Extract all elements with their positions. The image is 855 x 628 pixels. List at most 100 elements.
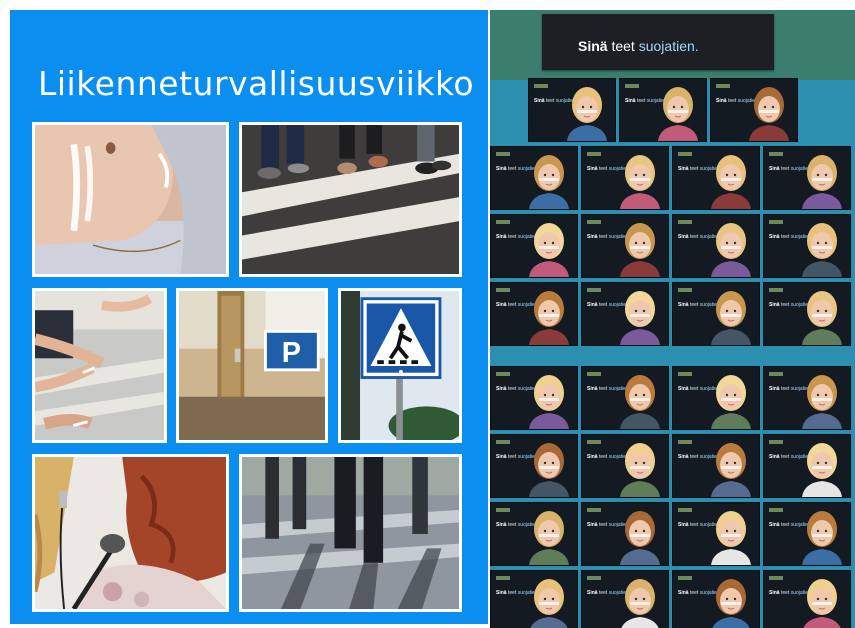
poster-slogan-normal: teet bbox=[779, 166, 791, 172]
poster-slogan-bold: Sinä bbox=[678, 234, 689, 240]
poster-slogan-normal: teet bbox=[688, 454, 700, 460]
student-poster: Sinä teet suojatien. bbox=[672, 146, 760, 210]
crosswalk-feet-photo bbox=[239, 122, 462, 277]
poster-logo bbox=[678, 440, 692, 444]
poster-slogan-normal: teet bbox=[506, 386, 518, 392]
poster-logo bbox=[587, 288, 601, 292]
poster-slogan-normal: teet bbox=[635, 98, 647, 104]
poster-slogan-bold: Sinä bbox=[769, 234, 780, 240]
student-poster: Sinä teet suojatien. bbox=[672, 502, 760, 566]
poster-slogan-bold: Sinä bbox=[587, 454, 598, 460]
poster-logo bbox=[496, 152, 510, 156]
poster-logo bbox=[496, 440, 510, 444]
student-poster: Sinä teet suojatien. bbox=[619, 78, 707, 142]
microphone-photo bbox=[32, 454, 229, 612]
poster-slogan-bold: Sinä bbox=[678, 386, 689, 392]
child-portrait bbox=[620, 155, 660, 209]
face-paint-photo bbox=[32, 122, 229, 277]
child-portrait bbox=[802, 155, 842, 209]
student-poster: Sinä teet suojatien. bbox=[490, 214, 578, 278]
banner-slogan-light: suojatien. bbox=[638, 38, 699, 54]
poster-slogan-normal: teet bbox=[779, 234, 791, 240]
child-portrait bbox=[711, 443, 751, 497]
street-shadows-photo bbox=[239, 454, 462, 612]
poster-slogan-bold: Sinä bbox=[496, 166, 507, 172]
child-portrait bbox=[529, 511, 569, 565]
child-portrait bbox=[749, 87, 789, 141]
child-portrait bbox=[712, 579, 750, 628]
poster-slogan-bold: Sinä bbox=[587, 386, 598, 392]
poster-logo bbox=[769, 372, 783, 376]
poster-logo bbox=[587, 576, 601, 580]
poster-logo bbox=[769, 576, 783, 580]
child-portrait bbox=[567, 87, 607, 141]
child-portrait bbox=[711, 291, 751, 345]
poster-slogan-bold: Sinä bbox=[587, 522, 598, 528]
child-portrait bbox=[711, 223, 751, 277]
poster-slogan-normal: teet bbox=[688, 166, 700, 172]
poster-slogan-bold: Sinä bbox=[716, 98, 727, 104]
poster-slogan-normal: teet bbox=[506, 302, 518, 308]
poster-slogan-bold: Sinä bbox=[496, 234, 507, 240]
poster-slogan-normal: teet bbox=[597, 386, 609, 392]
poster-logo bbox=[496, 576, 510, 580]
poster-slogan-bold: Sinä bbox=[587, 590, 598, 596]
student-poster: Sinä teet suojatien. bbox=[490, 570, 578, 628]
child-portrait bbox=[620, 511, 660, 565]
student-poster: Sinä teet suojatien. bbox=[490, 502, 578, 566]
poster-logo bbox=[678, 220, 692, 224]
student-poster: Sinä teet suojatien. bbox=[672, 434, 760, 498]
child-portrait bbox=[529, 443, 569, 497]
poster-slogan-normal: teet bbox=[779, 590, 791, 596]
student-poster: Sinä teet suojatien. bbox=[763, 146, 851, 210]
student-poster: Sinä teet suojatien. bbox=[763, 366, 851, 430]
poster-slogan-bold: Sinä bbox=[534, 98, 545, 104]
student-poster: Sinä teet suojatien. bbox=[710, 78, 798, 142]
student-poster: Sinä teet suojatien. bbox=[763, 214, 851, 278]
poster-slogan-bold: Sinä bbox=[678, 166, 689, 172]
poster-slogan-bold: Sinä bbox=[496, 522, 507, 528]
poster-slogan-normal: teet bbox=[779, 302, 791, 308]
student-poster: Sinä teet suojatien. bbox=[581, 146, 669, 210]
student-poster: Sinä teet suojatien. bbox=[581, 366, 669, 430]
poster-logo bbox=[496, 372, 510, 376]
child-portrait bbox=[621, 579, 659, 628]
poster-slogan-normal: teet bbox=[726, 98, 738, 104]
poster-logo bbox=[587, 152, 601, 156]
poster-logo bbox=[534, 84, 548, 88]
poster-wall: Sinä teet suojatien. Sinä teet suojatien… bbox=[490, 10, 855, 628]
poster-slogan-bold: Sinä bbox=[496, 590, 507, 596]
slogan-banner: Sinä teet suojatien. bbox=[542, 14, 774, 70]
poster-logo bbox=[625, 84, 639, 88]
poster-slogan-normal: teet bbox=[597, 234, 609, 240]
poster-slogan-normal: teet bbox=[506, 166, 518, 172]
student-poster: Sinä teet suojatien. bbox=[763, 570, 851, 628]
poster-slogan-normal: teet bbox=[506, 590, 518, 596]
poster-logo bbox=[678, 372, 692, 376]
child-portrait bbox=[529, 375, 569, 429]
student-poster: Sinä teet suojatien. bbox=[763, 502, 851, 566]
poster-slogan-bold: Sinä bbox=[769, 302, 780, 308]
child-portrait bbox=[620, 375, 660, 429]
poster-slogan-bold: Sinä bbox=[678, 590, 689, 596]
poster-slogan-normal: teet bbox=[779, 522, 791, 528]
poster-slogan-bold: Sinä bbox=[769, 166, 780, 172]
poster-slogan-normal: teet bbox=[597, 166, 609, 172]
poster-slogan-normal: teet bbox=[506, 454, 518, 460]
pedestrian-crossing-sign-photo bbox=[338, 288, 462, 443]
student-poster: Sinä teet suojatien. bbox=[581, 214, 669, 278]
poster-slogan-bold: Sinä bbox=[769, 590, 780, 596]
poster-slogan-bold: Sinä bbox=[587, 302, 598, 308]
poster-slogan-bold: Sinä bbox=[678, 302, 689, 308]
poster-slogan-normal: teet bbox=[688, 590, 700, 596]
painted-hands-photo bbox=[32, 288, 167, 443]
student-poster: Sinä teet suojatien. bbox=[672, 366, 760, 430]
poster-slogan-normal: teet bbox=[688, 234, 700, 240]
poster-slogan-bold: Sinä bbox=[496, 302, 507, 308]
poster-slogan-bold: Sinä bbox=[769, 522, 780, 528]
poster-slogan-normal: teet bbox=[688, 302, 700, 308]
poster-slogan-normal: teet bbox=[688, 522, 700, 528]
student-poster: Sinä teet suojatien. bbox=[528, 78, 616, 142]
banner-slogan-bold: Sinä bbox=[578, 38, 608, 54]
poster-slogan-bold: Sinä bbox=[587, 166, 598, 172]
